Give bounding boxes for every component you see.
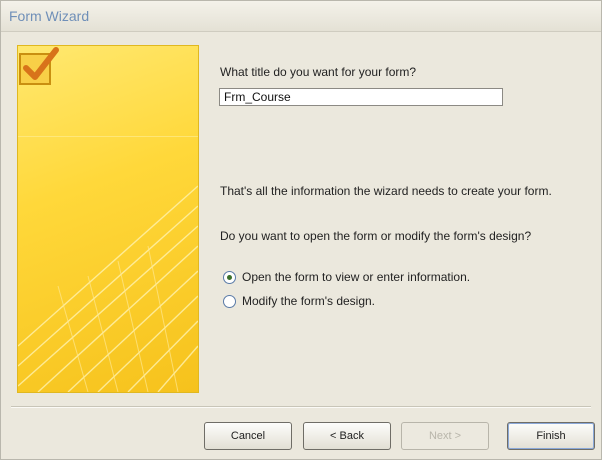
finish-button[interactable]: Finish bbox=[507, 422, 595, 450]
title-prompt-label: What title do you want for your form? bbox=[220, 65, 417, 79]
option-open-form-label: Open the form to view or enter informati… bbox=[242, 270, 471, 284]
cancel-button[interactable]: Cancel bbox=[204, 422, 292, 450]
form-wizard-dialog: Form Wizard What title do you want for y… bbox=[0, 0, 602, 460]
next-button[interactable]: Next > bbox=[401, 422, 489, 450]
option-open-form[interactable]: Open the form to view or enter informati… bbox=[223, 268, 470, 286]
info-text: That's all the information the wizard ne… bbox=[220, 184, 552, 198]
banner-decoration bbox=[18, 136, 198, 392]
form-title-input[interactable] bbox=[219, 88, 503, 106]
radio-selected-icon[interactable] bbox=[223, 270, 236, 284]
checkbox-checked-icon bbox=[19, 47, 59, 85]
title-bar: Form Wizard bbox=[1, 1, 601, 32]
open-or-modify-question: Do you want to open the form or modify t… bbox=[220, 229, 532, 243]
option-modify-design[interactable]: Modify the form's design. bbox=[223, 292, 375, 310]
wizard-banner bbox=[17, 45, 199, 393]
option-modify-design-label: Modify the form's design. bbox=[242, 294, 376, 308]
button-divider bbox=[11, 406, 591, 408]
back-button[interactable]: < Back bbox=[303, 422, 391, 450]
radio-unselected-icon[interactable] bbox=[223, 294, 236, 308]
window-title: Form Wizard bbox=[9, 8, 90, 24]
